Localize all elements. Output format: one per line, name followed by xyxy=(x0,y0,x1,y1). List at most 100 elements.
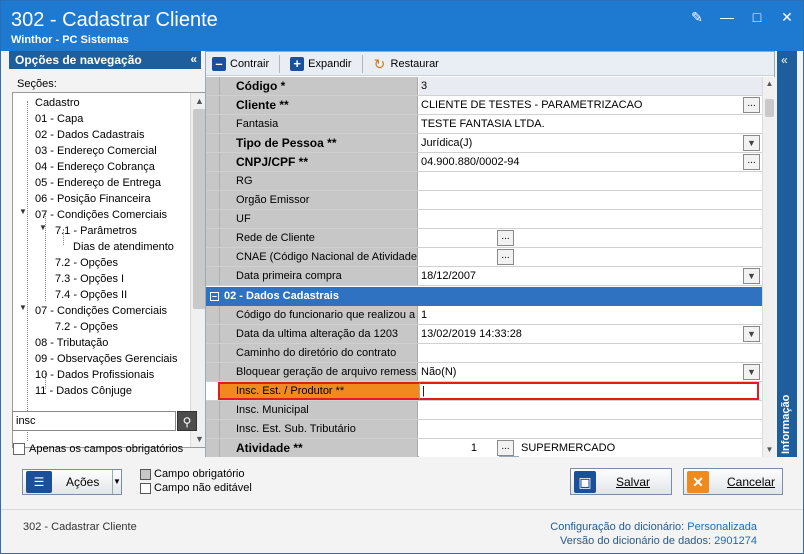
chevron-down-icon[interactable]: ▼ xyxy=(112,470,121,494)
tree-item-tributacao[interactable]: 08 - Tributação xyxy=(35,335,108,351)
field-value-insc-estadual[interactable]: | xyxy=(419,382,759,400)
field-value-uf[interactable] xyxy=(419,210,762,228)
info-panel[interactable]: « Informação xyxy=(777,51,797,457)
tree-item-parametros[interactable]: 7.1 - Parâmetros xyxy=(55,223,137,239)
tree-item-dados-conjuge[interactable]: 11 - Dados Cônjuge xyxy=(35,383,132,399)
tree-item-condicoes-comerciais[interactable]: 07 - Condições Comerciais xyxy=(35,207,167,223)
field-value-insc-municipal[interactable] xyxy=(419,401,762,419)
expand-chevron-icon[interactable]: ▼ xyxy=(19,303,27,312)
tree-item-opcoes-ii[interactable]: 7.4 - Opções II xyxy=(55,287,127,303)
list-icon: ☰ xyxy=(26,471,52,493)
tree-item-dados-cadastrais[interactable]: 02 - Dados Cadastrais xyxy=(35,127,144,143)
properties-panel: – Contrair + Expandir ↻ Restaurar Código… xyxy=(205,51,775,457)
sections-label: Seções: xyxy=(17,78,57,90)
grid-row-bloquear-remessa[interactable]: Bloquear geração de arquivo remessa Não(… xyxy=(206,363,762,382)
expand-chevron-icon[interactable]: ▼ xyxy=(39,223,47,232)
field-value-rg[interactable] xyxy=(419,172,762,190)
grid-row-rede-cliente[interactable]: Rede de Cliente ... xyxy=(206,229,762,248)
scroll-thumb[interactable] xyxy=(765,99,774,117)
field-value-bloquear-remessa[interactable]: Não(N) xyxy=(419,363,762,381)
collapse-right-icon[interactable]: « xyxy=(781,53,788,67)
ellipsis-button[interactable]: ... xyxy=(497,440,514,456)
edit-window-icon[interactable]: ✎ xyxy=(689,9,705,25)
tree-item-cadastro[interactable]: Cadastro xyxy=(35,95,80,111)
expand-label: Expandir xyxy=(308,57,352,70)
only-required-checkbox[interactable] xyxy=(13,443,25,455)
ellipsis-button[interactable]: ... xyxy=(743,154,760,170)
grid-row-caminho-diretorio[interactable]: Caminho do diretório do contrato xyxy=(206,344,762,363)
field-value-tipo-pessoa[interactable]: Jurídica(J) xyxy=(419,134,762,152)
maximize-button[interactable]: □ xyxy=(749,9,765,25)
section-dados-cadastrais[interactable]: – 02 - Dados Cadastrais xyxy=(206,287,762,306)
field-value-codigo-funcionario[interactable]: 1 xyxy=(419,306,762,324)
tree-item-dias-atendimento[interactable]: Dias de atendimento xyxy=(73,239,174,255)
grid-row-tipo-pessoa[interactable]: Tipo de Pessoa ** Jurídica(J) ▼ xyxy=(206,134,762,153)
tree-item-opcoes-i[interactable]: 7.3 - Opções I xyxy=(55,271,124,287)
grid-row-cnpj[interactable]: CNPJ/CPF ** 04.900.880/0002-94 ... xyxy=(206,153,762,172)
field-value-caminho-diretorio[interactable] xyxy=(419,344,762,362)
tree-item-dados-profissionais[interactable]: 10 - Dados Profissionais xyxy=(35,367,154,383)
tree-item-endereco-cobranca[interactable]: 04 - Endereço Cobrança xyxy=(35,159,155,175)
chevron-down-icon[interactable]: ▼ xyxy=(743,135,760,151)
tree-item-capa[interactable]: 01 - Capa xyxy=(35,111,83,127)
grid-row-orgao-emissor[interactable]: Orgão Emissor xyxy=(206,191,762,210)
ellipsis-button[interactable]: ... xyxy=(497,230,514,246)
field-label: Tipo de Pessoa ** xyxy=(206,134,418,152)
field-value-fantasia[interactable]: TESTE FANTASIA LTDA. xyxy=(419,115,762,133)
tree-item-opcoes[interactable]: 7.2 - Opções xyxy=(55,255,118,271)
field-value-rede-cliente[interactable] xyxy=(419,229,762,247)
grid-row-insc-sub-tributario[interactable]: Insc. Est. Sub. Tributário xyxy=(206,420,762,439)
collapse-section-icon[interactable]: – xyxy=(210,292,219,301)
field-value-insc-sub-tributario[interactable] xyxy=(419,420,762,438)
minimize-button[interactable]: — xyxy=(719,9,735,25)
tree-item-posicao-financeira[interactable]: 06 - Posição Financeira xyxy=(35,191,151,207)
expand-chevron-icon[interactable]: ▼ xyxy=(19,207,27,216)
field-value-data-ultima-alteracao[interactable]: 13/02/2019 14:33:28 xyxy=(419,325,762,343)
tree-item-opcoes-2[interactable]: 7.2 - Opções xyxy=(55,319,118,335)
expand-button[interactable]: + Expandir xyxy=(284,53,357,75)
actions-button[interactable]: ☰ Ações ▼ xyxy=(22,469,122,495)
field-value-cnae[interactable] xyxy=(419,248,762,266)
tree-item-condicoes-comerciais-2[interactable]: 07 - Condições Comerciais xyxy=(35,303,167,319)
grid-row-fantasia[interactable]: Fantasia TESTE FANTASIA LTDA. xyxy=(206,115,762,134)
grid-row-rg[interactable]: RG xyxy=(206,172,762,191)
tree-item-endereco-entrega[interactable]: 05 - Endereço de Entrega xyxy=(35,175,161,191)
grid-row-data-primeira-compra[interactable]: Data primeira compra 18/12/2007 ▼ xyxy=(206,267,762,286)
tree-item-endereco-comercial[interactable]: 03 - Endereço Comercial xyxy=(35,143,157,159)
close-button[interactable]: ✕ xyxy=(779,9,795,25)
grid-scrollbar[interactable]: ▲ ▼ xyxy=(762,77,775,457)
field-value-codigo[interactable]: 3 xyxy=(419,77,762,95)
chevron-down-icon[interactable]: ▼ xyxy=(743,268,760,284)
search-icon[interactable]: ⚲ xyxy=(177,411,197,431)
ellipsis-button[interactable]: ... xyxy=(497,249,514,265)
field-value-atividade-code[interactable]: 1 xyxy=(419,439,499,457)
grid-row-cliente[interactable]: Cliente ** CLIENTE DE TESTES - PARAMETRI… xyxy=(206,96,762,115)
save-button[interactable]: ▣ Salvar xyxy=(570,468,672,495)
collapse-left-icon[interactable]: « xyxy=(190,52,197,66)
section-search-input[interactable] xyxy=(12,411,176,431)
restore-button[interactable]: ↻ Restaurar xyxy=(367,53,445,75)
grid-row-cnae[interactable]: CNAE (Código Nacional de Atividade E ... xyxy=(206,248,762,267)
dict-config: Configuração do dicionário: Personalizad… xyxy=(550,521,757,533)
field-value-orgao-emissor[interactable] xyxy=(419,191,762,209)
field-value-cliente[interactable]: CLIENTE DE TESTES - PARAMETRIZACAO xyxy=(419,96,762,114)
only-required-option[interactable]: Apenas os campos obrigatórios xyxy=(13,442,183,456)
scroll-up-icon[interactable]: ▲ xyxy=(763,77,776,91)
grid-row-atividade[interactable]: Atividade ** 1 ... SUPERMERCADO xyxy=(206,439,762,457)
field-value-cnpj[interactable]: 04.900.880/0002-94 xyxy=(419,153,762,171)
window-subtitle: Winthor - PC Sistemas xyxy=(11,34,129,46)
field-value-data-primeira-compra[interactable]: 18/12/2007 xyxy=(419,267,762,285)
grid-row-data-ultima-alteracao[interactable]: Data da ultima alteração da 1203 13/02/2… xyxy=(206,325,762,344)
grid-row-codigo[interactable]: Código * 3 xyxy=(206,77,762,96)
tree-item-observacoes-gerenciais[interactable]: 09 - Observações Gerenciais xyxy=(35,351,177,367)
grid-row-uf[interactable]: UF xyxy=(206,210,762,229)
chevron-down-icon[interactable]: ▼ xyxy=(743,326,760,342)
grid-row-insc-estadual[interactable]: Insc. Est. / Produtor ** | xyxy=(206,382,762,401)
chevron-down-icon[interactable]: ▼ xyxy=(743,364,760,380)
scroll-down-icon[interactable]: ▼ xyxy=(763,443,776,457)
collapse-button[interactable]: – Contrair xyxy=(206,53,275,75)
cancel-button[interactable]: ✕ Cancelar xyxy=(683,468,783,495)
grid-row-insc-municipal[interactable]: Insc. Municipal xyxy=(206,401,762,420)
grid-row-codigo-funcionario[interactable]: Código do funcionario que realizou a ( 1 xyxy=(206,306,762,325)
ellipsis-button[interactable]: ... xyxy=(743,97,760,113)
